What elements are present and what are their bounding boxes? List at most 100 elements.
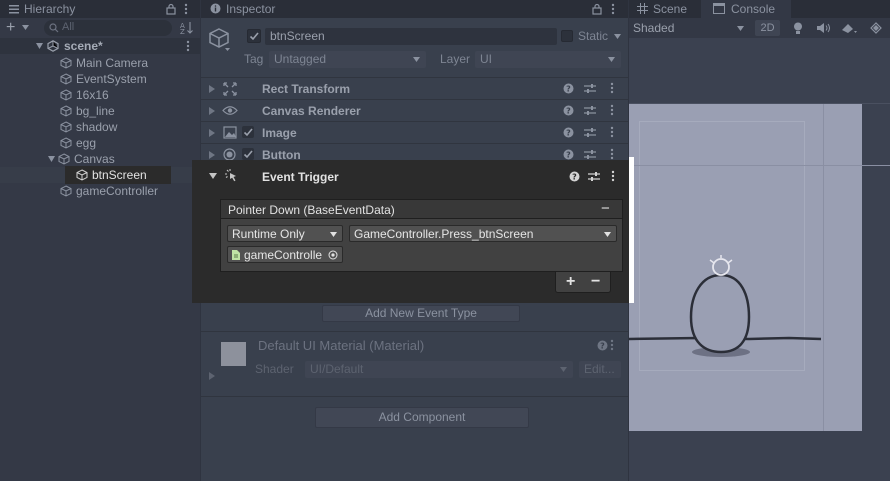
- expand-arrow-icon[interactable]: [48, 156, 58, 162]
- add-listener-button[interactable]: +: [566, 272, 575, 292]
- function-dropdown[interactable]: GameController.Press_btnScreen: [349, 225, 617, 242]
- layer-dropdown[interactable]: UI: [475, 51, 621, 68]
- hierarchy-item[interactable]: egg: [60, 135, 96, 151]
- active-checkbox[interactable]: [247, 29, 261, 43]
- object-picker-icon[interactable]: [328, 250, 338, 260]
- add-object-button[interactable]: +: [6, 19, 15, 37]
- tag-dropdown[interactable]: Untagged: [269, 51, 426, 68]
- help-icon[interactable]: ?: [597, 340, 608, 351]
- svg-text:?: ?: [572, 173, 577, 182]
- grid-icon: [637, 3, 648, 14]
- scene-panel: Scene Console Shaded 2D: [629, 0, 890, 481]
- presets-icon[interactable]: [584, 148, 596, 160]
- svg-text:?: ?: [566, 106, 571, 115]
- component-canvas-renderer[interactable]: Canvas Renderer ?: [201, 99, 628, 121]
- presets-icon[interactable]: [584, 104, 596, 116]
- foldout-arrow-icon[interactable]: [209, 107, 215, 115]
- toggle-2d-button[interactable]: 2D: [755, 20, 780, 36]
- visibility-icon[interactable]: [869, 22, 883, 34]
- foldout-arrow-icon[interactable]: [209, 85, 215, 93]
- expand-arrow-icon[interactable]: [36, 43, 43, 49]
- lock-icon[interactable]: [166, 3, 176, 15]
- hierarchy-item[interactable]: Main Camera: [60, 55, 148, 71]
- hierarchy-item-label: Main Camera: [76, 56, 149, 70]
- hierarchy-item[interactable]: bg_line: [60, 103, 115, 119]
- hierarchy-item-selected[interactable]: btnScreen: [0, 166, 200, 184]
- kebab-menu-icon[interactable]: [611, 170, 615, 182]
- tag-value: Untagged: [274, 52, 327, 66]
- enabled-checkbox[interactable]: [242, 148, 254, 160]
- scene-tab[interactable]: Scene: [653, 0, 687, 18]
- audio-icon[interactable]: [817, 22, 830, 34]
- target-object-field[interactable]: gameControlle: [227, 246, 343, 263]
- component-actions: ?: [562, 82, 618, 94]
- listener-add-remove: + −: [555, 272, 611, 293]
- kebab-menu-icon[interactable]: [184, 3, 188, 15]
- console-tab[interactable]: Console: [731, 0, 775, 18]
- hierarchy-item[interactable]: gameController: [60, 183, 158, 199]
- chevron-down-icon: [608, 57, 615, 62]
- hierarchy-item[interactable]: EventSystem: [60, 71, 147, 87]
- dropdown-arrow-icon[interactable]: [22, 25, 29, 30]
- shader-dropdown[interactable]: UI/Default: [305, 361, 573, 378]
- target-object-value: gameControlle: [244, 248, 323, 262]
- gameobject-large-icon: [208, 27, 230, 51]
- chevron-down-icon: [560, 367, 567, 372]
- hierarchy-item-label: Canvas: [74, 152, 115, 166]
- remove-listener-button[interactable]: −: [591, 272, 600, 292]
- inspector-tab[interactable]: Inspector: [226, 0, 275, 18]
- component-actions: ?: [562, 148, 618, 160]
- rect-transform-icon: [223, 82, 237, 96]
- scene-menu-icon[interactable]: [186, 40, 190, 52]
- add-component-button[interactable]: Add Component: [315, 407, 529, 428]
- remove-event-button[interactable]: −: [601, 200, 610, 218]
- runtime-option-dropdown[interactable]: Runtime Only: [227, 225, 343, 242]
- lock-icon[interactable]: [592, 3, 602, 15]
- presets-icon[interactable]: [584, 82, 596, 94]
- kebab-menu-icon[interactable]: [611, 3, 615, 15]
- hierarchy-tab[interactable]: Hierarchy: [24, 0, 75, 18]
- kebab-menu-icon[interactable]: [610, 339, 614, 351]
- scene-toolbar: Shaded 2D: [629, 18, 890, 38]
- effects-icon[interactable]: [841, 22, 857, 34]
- enabled-checkbox[interactable]: [242, 126, 254, 138]
- presets-icon[interactable]: [584, 126, 596, 138]
- hierarchy-item[interactable]: shadow: [60, 119, 117, 135]
- foldout-arrow-icon[interactable]: [209, 173, 217, 179]
- kebab-menu-icon[interactable]: [606, 82, 618, 94]
- lighting-icon[interactable]: [793, 22, 803, 34]
- scene-root-row[interactable]: scene*: [0, 38, 200, 54]
- foldout-arrow-icon[interactable]: [209, 151, 215, 159]
- hierarchy-list-icon: [8, 3, 20, 15]
- component-image[interactable]: Image ?: [201, 121, 628, 143]
- kebab-menu-icon[interactable]: [606, 148, 618, 160]
- hierarchy-item-label: 16x16: [76, 88, 109, 102]
- edit-shader-button[interactable]: Edit...: [579, 361, 621, 378]
- help-icon[interactable]: ?: [562, 82, 574, 94]
- hierarchy-search-field[interactable]: All: [44, 20, 172, 36]
- object-name-field[interactable]: btnScreen: [265, 28, 557, 45]
- component-rect-transform[interactable]: Rect Transform ?: [201, 77, 628, 99]
- kebab-menu-icon[interactable]: [606, 126, 618, 138]
- egg-sprite: [629, 255, 822, 357]
- foldout-arrow-icon[interactable]: [209, 129, 215, 137]
- help-icon[interactable]: ?: [562, 148, 574, 160]
- foldout-arrow-icon[interactable]: [209, 372, 215, 380]
- highlight-edge: [629, 157, 634, 303]
- add-new-event-type-button[interactable]: Add New Event Type: [322, 305, 520, 322]
- help-icon[interactable]: ?: [569, 171, 580, 182]
- help-icon[interactable]: ?: [562, 104, 574, 116]
- hierarchy-item[interactable]: 16x16: [60, 87, 109, 103]
- hierarchy-item-canvas[interactable]: Canvas: [48, 151, 115, 167]
- presets-icon[interactable]: [588, 171, 600, 182]
- gameobject-icon: [60, 105, 72, 117]
- static-dropdown-icon[interactable]: [614, 34, 621, 39]
- static-checkbox[interactable]: [561, 30, 573, 42]
- kebab-menu-icon[interactable]: [606, 104, 618, 116]
- event-header: Pointer Down (BaseEventData) −: [220, 199, 623, 219]
- help-icon[interactable]: ?: [562, 126, 574, 138]
- layer-value: UI: [480, 52, 492, 66]
- chevron-down-icon[interactable]: [737, 26, 744, 31]
- shading-mode-dropdown[interactable]: Shaded: [633, 21, 674, 35]
- sort-az-icon[interactable]: AZ: [180, 21, 194, 35]
